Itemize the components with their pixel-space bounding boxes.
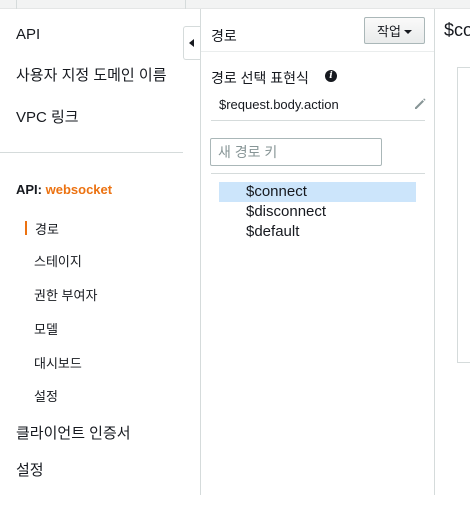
- route-item-disconnect[interactable]: $disconnect: [219, 202, 416, 222]
- top-tab-strip: [0, 0, 470, 9]
- route-item-default[interactable]: $default: [219, 222, 416, 242]
- panel-header-divider: [201, 51, 434, 52]
- api-name[interactable]: websocket: [46, 182, 112, 197]
- pencil-icon[interactable]: [413, 97, 427, 111]
- caret-down-icon: [403, 29, 412, 34]
- route-item-connect[interactable]: $connect: [219, 182, 416, 202]
- tab-separator: [185, 0, 186, 9]
- nav-item-client-certificates[interactable]: 클라이언트 인증서: [16, 422, 131, 443]
- nav-sub-item-routes[interactable]: 경로: [35, 219, 59, 238]
- nav-sub-item-authorizers[interactable]: 권한 부여자: [34, 285, 97, 304]
- chevron-left-icon: [189, 39, 194, 47]
- api-heading: API: websocket: [16, 182, 112, 197]
- nav-divider: [0, 152, 183, 153]
- nav-sub-item-settings[interactable]: 설정: [34, 386, 58, 405]
- route-detail-box: [457, 67, 470, 363]
- info-icon[interactable]: i: [325, 70, 337, 82]
- route-list: $connect $disconnect $default: [219, 182, 416, 242]
- new-route-key-input[interactable]: [210, 138, 382, 166]
- left-navigation: API 사용자 지정 도메인 이름 VPC 링크 API: websocket …: [0, 9, 200, 509]
- actions-dropdown-button[interactable]: 작업: [364, 17, 425, 44]
- nav-item-vpc-links[interactable]: VPC 링크: [16, 106, 79, 127]
- nav-sub-item-models[interactable]: 모델: [34, 319, 58, 338]
- nav-item-settings[interactable]: 설정: [16, 459, 44, 480]
- nav-item-custom-domain-names[interactable]: 사용자 지정 도메인 이름: [16, 64, 167, 85]
- nav-sub-item-stages[interactable]: 스테이지: [34, 251, 82, 270]
- api-prefix: API:: [16, 182, 42, 197]
- routes-panel: 경로 작업 경로 선택 표현식 i $request.body.action $…: [201, 9, 434, 495]
- nav-sub-item-dashboard[interactable]: 대시보드: [34, 353, 82, 372]
- panel-separator: [434, 9, 435, 495]
- tab-separator: [16, 0, 17, 9]
- route-selection-underline: [211, 120, 425, 121]
- route-selection-expression-value: $request.body.action: [219, 97, 339, 112]
- actions-button-label: 작업: [377, 24, 401, 39]
- collapse-nav-button[interactable]: [183, 26, 200, 60]
- nav-item-api[interactable]: API: [16, 26, 40, 43]
- route-list-divider: [211, 173, 425, 174]
- route-detail-title: $co: [444, 20, 470, 40]
- active-indicator: [25, 221, 27, 235]
- routes-panel-title: 경로: [211, 28, 237, 44]
- route-selection-expression-label: 경로 선택 표현식: [211, 70, 309, 86]
